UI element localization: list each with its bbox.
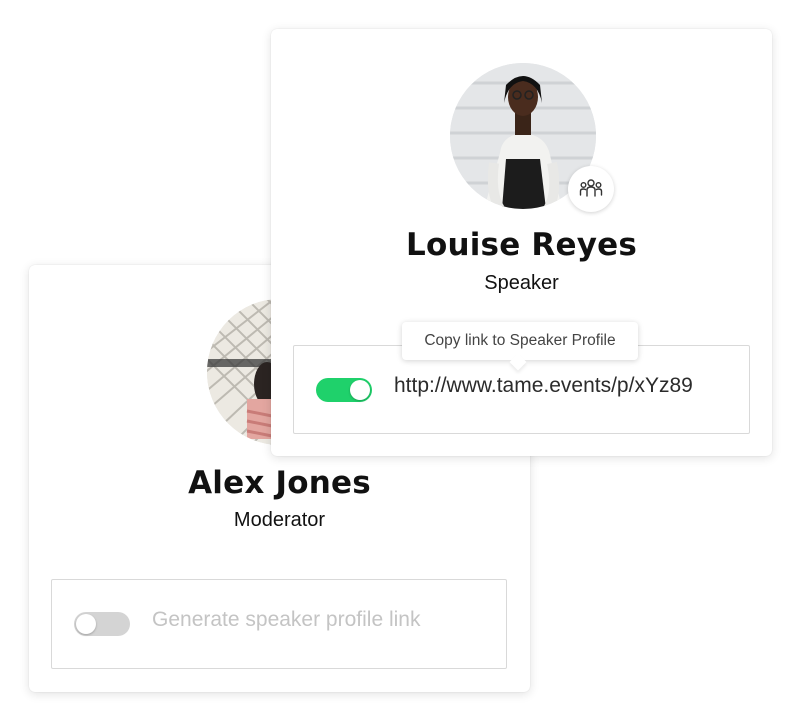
- tooltip-label: Copy link to Speaker Profile: [424, 332, 616, 349]
- speaker-name: Louise Reyes: [406, 227, 637, 263]
- people-group-icon-glyph: [579, 179, 603, 197]
- generate-link-toggle[interactable]: [74, 612, 130, 636]
- profile-link-url[interactable]: http://www.tame.events/p/xYz89: [394, 374, 693, 398]
- copy-link-tooltip: Copy link to Speaker Profile: [402, 322, 638, 371]
- generate-link-label: Generate speaker profile link: [152, 608, 421, 631]
- profile-link-box: Generate speaker profile link: [51, 579, 507, 669]
- speaker-card: Louise Reyes Speaker http://www.tame.eve…: [271, 29, 772, 456]
- profile-link-toggle[interactable]: [316, 378, 372, 402]
- toggle-knob: [350, 380, 370, 400]
- speaker-name: Alex Jones: [188, 465, 371, 501]
- toggle-knob: [76, 614, 96, 634]
- speaker-role: Moderator: [233, 509, 326, 531]
- speaker-role: Speaker: [484, 272, 559, 294]
- people-group-icon[interactable]: [568, 166, 614, 212]
- stage: Alex Jones Moderator Generate speaker pr…: [0, 0, 800, 720]
